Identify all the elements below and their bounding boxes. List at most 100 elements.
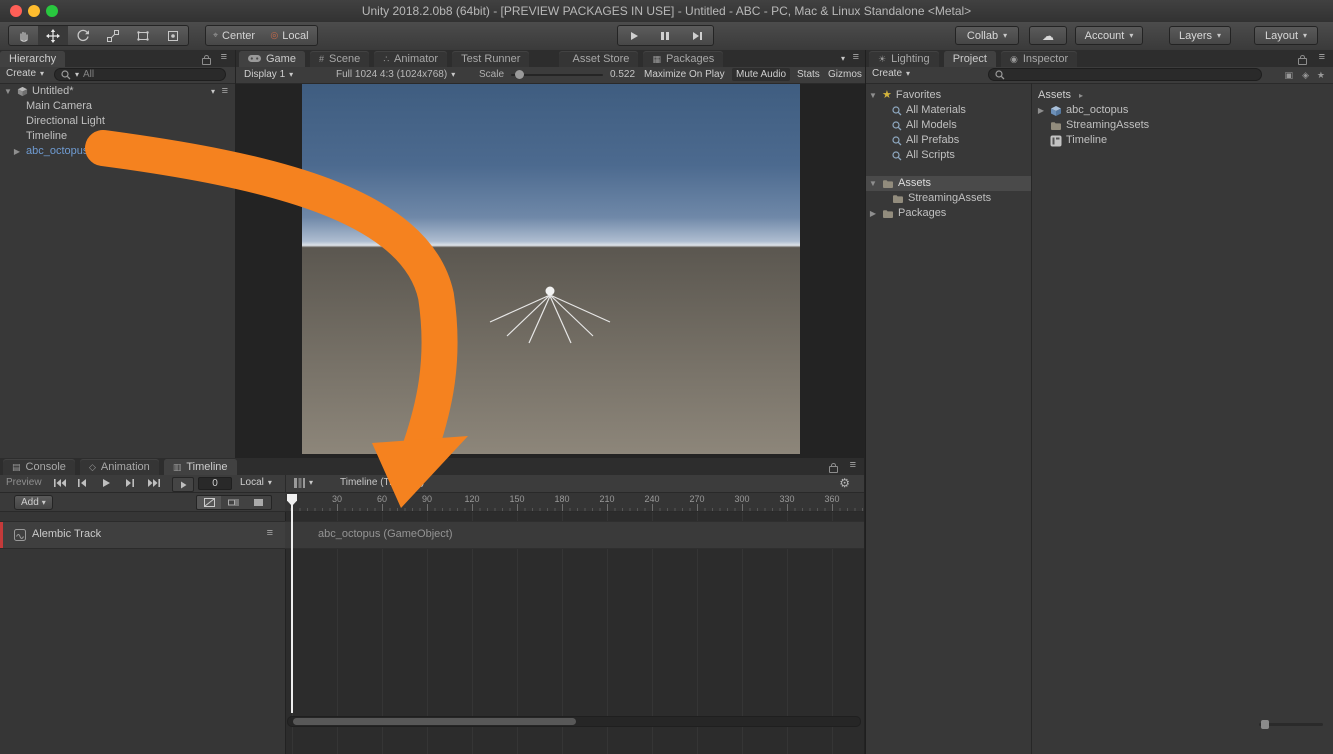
gear-icon[interactable]: ⚙ [839, 476, 850, 490]
close-window-button[interactable] [10, 5, 22, 17]
pause-button[interactable] [649, 25, 682, 46]
saved-search-star-icon[interactable]: ★ [1317, 70, 1325, 81]
stats-button[interactable]: Stats [793, 68, 824, 81]
hierarchy-item-directional-light[interactable]: Directional Light [0, 114, 235, 129]
tab-asset-store[interactable]: Asset Store [559, 51, 639, 67]
frame-field[interactable]: 0 [198, 477, 232, 490]
scene-menu-icon[interactable]: ≡ [222, 86, 228, 97]
favorite-all-materials[interactable]: All Materials [866, 103, 1031, 118]
hierarchy-search-input[interactable]: ▾ All [54, 68, 226, 81]
next-frame-button[interactable] [122, 478, 138, 488]
tab-animator[interactable]: ∴ Animator [374, 51, 447, 67]
favorite-all-models[interactable]: All Models [866, 118, 1031, 133]
tab-hierarchy[interactable]: Hierarchy [0, 51, 65, 67]
playhead-line[interactable] [291, 505, 293, 713]
cloud-button[interactable]: ☁ [1029, 26, 1067, 45]
scale-slider-knob[interactable] [515, 70, 524, 79]
maximize-on-play-button[interactable]: Maximize On Play [640, 68, 729, 81]
scrollbar-thumb[interactable] [293, 718, 576, 725]
replace-mode-button[interactable] [246, 495, 272, 510]
favorites-row[interactable]: ▼ ★ Favorites [866, 88, 1031, 103]
timeline-play-button[interactable] [98, 478, 114, 488]
tab-console[interactable]: ▤ Console [3, 459, 75, 475]
scale-slider[interactable] [511, 74, 603, 76]
play-range-button[interactable] [172, 477, 194, 492]
game-viewport[interactable] [302, 84, 800, 454]
account-button[interactable]: Account ▾ [1075, 26, 1143, 45]
hierarchy-item-timeline[interactable]: Timeline [0, 129, 235, 144]
item-label: Timeline [26, 129, 67, 144]
tab-inspector[interactable]: ◉ Inspector [1001, 51, 1077, 67]
expand-icon[interactable]: ▶ [1036, 107, 1046, 115]
layers-button[interactable]: Layers ▾ [1169, 26, 1231, 45]
search-by-type-icon[interactable]: ▣ [1284, 71, 1293, 80]
timeline-ruler[interactable]: 30 60 90 120 150 180 210 240 270 300 330… [285, 493, 864, 511]
goto-start-button[interactable] [52, 478, 68, 488]
previous-frame-button[interactable] [74, 478, 90, 488]
tab-scene[interactable]: # Scene [310, 51, 369, 67]
timeline-selector-button[interactable]: ▾ [293, 477, 313, 489]
step-button[interactable] [681, 25, 714, 46]
rect-tool-button[interactable] [128, 25, 159, 46]
tab-timeline[interactable]: ▥ Timeline [164, 459, 237, 475]
rotate-tool-button[interactable] [68, 25, 99, 46]
ripple-mode-button[interactable] [221, 495, 247, 510]
scale-tool-button[interactable] [98, 25, 129, 46]
pivot-center-button[interactable]: ⌖ Center [205, 25, 263, 46]
alembic-track-header[interactable]: Alembic Track ≡ [0, 521, 285, 549]
tab-packages[interactable]: ▦ Packages [643, 51, 723, 67]
zoom-window-button[interactable] [46, 5, 58, 17]
mute-audio-button[interactable]: Mute Audio [732, 68, 790, 81]
tab-game[interactable]: Game [239, 51, 305, 67]
layout-button[interactable]: Layout ▾ [1254, 26, 1318, 45]
panel-menu-icon[interactable]: ≡ [850, 460, 856, 471]
toolbar-divider [285, 475, 286, 492]
pivot-local-button[interactable]: ◎ Local [262, 25, 318, 46]
icon-size-slider[interactable] [1259, 723, 1323, 726]
tab-lighting[interactable]: ☀ Lighting [869, 51, 939, 67]
asset-row-timeline[interactable]: Timeline [1032, 133, 1333, 148]
folder-row-streamingassets[interactable]: StreamingAssets [866, 191, 1031, 206]
tab-test-runner[interactable]: Test Runner [452, 51, 529, 67]
timeline-h-scrollbar[interactable] [287, 716, 861, 727]
scene-caret-icon[interactable]: ▾ [211, 88, 215, 96]
breadcrumb[interactable]: Assets ▸ [1032, 88, 1333, 103]
goto-end-button[interactable] [146, 478, 162, 488]
favorite-all-prefabs[interactable]: All Prefabs [866, 133, 1031, 148]
favorite-all-scripts[interactable]: All Scripts [866, 148, 1031, 163]
hand-tool-button[interactable] [8, 25, 39, 46]
project-search-input[interactable] [988, 68, 1262, 81]
panel-menu-icon[interactable]: ≡ [1319, 52, 1325, 63]
hierarchy-create-button[interactable]: Create ▾ [6, 68, 44, 79]
track-menu-icon[interactable]: ≡ [267, 528, 273, 539]
display-dropdown[interactable]: Display 1 ▾ [244, 69, 293, 80]
move-tool-button[interactable] [38, 25, 69, 46]
folder-row-assets[interactable]: ▼ Assets [866, 176, 1031, 191]
icon-size-slider-knob[interactable] [1261, 720, 1269, 729]
minimize-window-button[interactable] [28, 5, 40, 17]
collab-button[interactable]: Collab ▾ [955, 26, 1019, 45]
expand-icon[interactable]: ▶ [12, 148, 22, 156]
hierarchy-item-main-camera[interactable]: Main Camera [0, 99, 235, 114]
tab-project[interactable]: Project [944, 51, 996, 67]
panel-menu-icon[interactable]: ≡ [221, 52, 227, 63]
tab-animation[interactable]: ◇ Animation [80, 459, 159, 475]
transform-tool-button[interactable] [158, 25, 189, 46]
add-track-button[interactable]: Add ▾ [14, 495, 53, 510]
favorite-label: All Materials [906, 103, 966, 118]
folder-row-packages[interactable]: ▶ Packages [866, 206, 1031, 221]
panel-menu-icon[interactable]: ≡ [853, 52, 859, 63]
play-button[interactable] [617, 25, 650, 46]
aspect-dropdown[interactable]: Full 1024 4:3 (1024x768) ▾ [336, 69, 455, 80]
asset-row-streamingassets[interactable]: StreamingAssets [1032, 118, 1333, 133]
asset-row-abc-octopus[interactable]: ▶ abc_octopus [1032, 103, 1333, 118]
alembic-track-lane[interactable]: abc_octopus (GameObject) [285, 521, 864, 549]
preview-toggle[interactable]: Preview [6, 477, 42, 488]
hierarchy-item-abc-octopus[interactable]: ▶ abc_octopus [0, 144, 235, 159]
project-create-button[interactable]: Create ▾ [872, 68, 910, 79]
scene-row[interactable]: ▼ Untitled* ≡ ▾ [0, 84, 235, 99]
tab-overflow-caret-icon[interactable]: ▾ [841, 55, 845, 63]
search-by-label-icon[interactable]: ◈ [1302, 71, 1309, 80]
time-mode-dropdown[interactable]: Local ▾ [240, 477, 272, 488]
mix-mode-button[interactable] [196, 495, 223, 510]
